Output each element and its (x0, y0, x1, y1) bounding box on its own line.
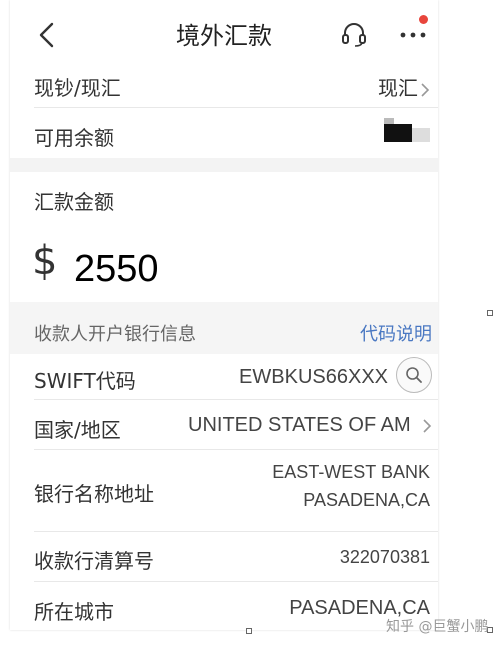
page-title: 境外汇款 (176, 22, 272, 50)
phone-screen: 境外汇款 现钞/现汇 现汇 可用余额 汇款金额 $ 2550 收款人开户银行信息… (10, 0, 438, 630)
amount-label: 汇款金额 (34, 190, 114, 214)
bank-name-value: EAST-WEST BANK (272, 462, 430, 482)
cash-type-value-text: 现汇 (378, 78, 418, 100)
country-value[interactable]: UNITED STATES OF AM (188, 414, 432, 437)
balance-redaction (384, 124, 412, 142)
swift-row: SWIFT代码 EWBKUS66XXX (10, 354, 438, 400)
country-row[interactable]: 国家/地区 UNITED STATES OF AM (10, 400, 438, 450)
code-help-link[interactable]: 代码说明 (360, 320, 432, 346)
swift-value[interactable]: EWBKUS66XXX (239, 366, 388, 389)
cash-type-label: 现钞/现汇 (34, 76, 121, 100)
resize-handle[interactable] (487, 310, 493, 316)
amount-input[interactable]: 2550 (74, 248, 159, 291)
city-row: 所在城市 PASADENA,CA (10, 582, 438, 630)
swift-label: SWIFT代码 (34, 369, 136, 393)
cash-type-row[interactable]: 现钞/现汇 现汇 (10, 62, 438, 108)
more-icon[interactable] (398, 24, 430, 44)
section-gap (10, 158, 438, 172)
cash-type-value[interactable]: 现汇 (378, 72, 430, 101)
clearing-label: 收款行清算号 (34, 549, 154, 573)
currency-symbol: $ (32, 238, 58, 284)
nav-bar: 境外汇款 (10, 0, 438, 68)
bank-section-title: 收款人开户银行信息 (34, 324, 196, 345)
resize-handle[interactable] (246, 628, 252, 634)
balance-redaction (412, 128, 430, 142)
search-icon[interactable] (396, 357, 432, 393)
balance-label: 可用余额 (34, 126, 114, 150)
clearing-row: 收款行清算号 322070381 (10, 532, 438, 582)
bank-name-label: 银行名称地址 (34, 482, 154, 506)
clearing-value: 322070381 (339, 547, 430, 567)
headset-icon[interactable] (340, 20, 368, 48)
city-label: 所在城市 (34, 600, 114, 624)
balance-row: 可用余额 (10, 108, 438, 158)
watermark: 知乎 @巨蟹小鹏 (386, 619, 489, 635)
bank-name-row: 银行名称地址 EAST-WEST BANK PASADENA,CA (10, 450, 438, 532)
bank-city-value: PASADENA,CA (303, 490, 430, 510)
country-value-text: UNITED STATES OF AM (188, 414, 411, 437)
notification-badge (419, 15, 428, 24)
chevron-right-icon (423, 419, 432, 433)
chevron-right-icon (421, 83, 430, 97)
country-label: 国家/地区 (34, 418, 121, 442)
